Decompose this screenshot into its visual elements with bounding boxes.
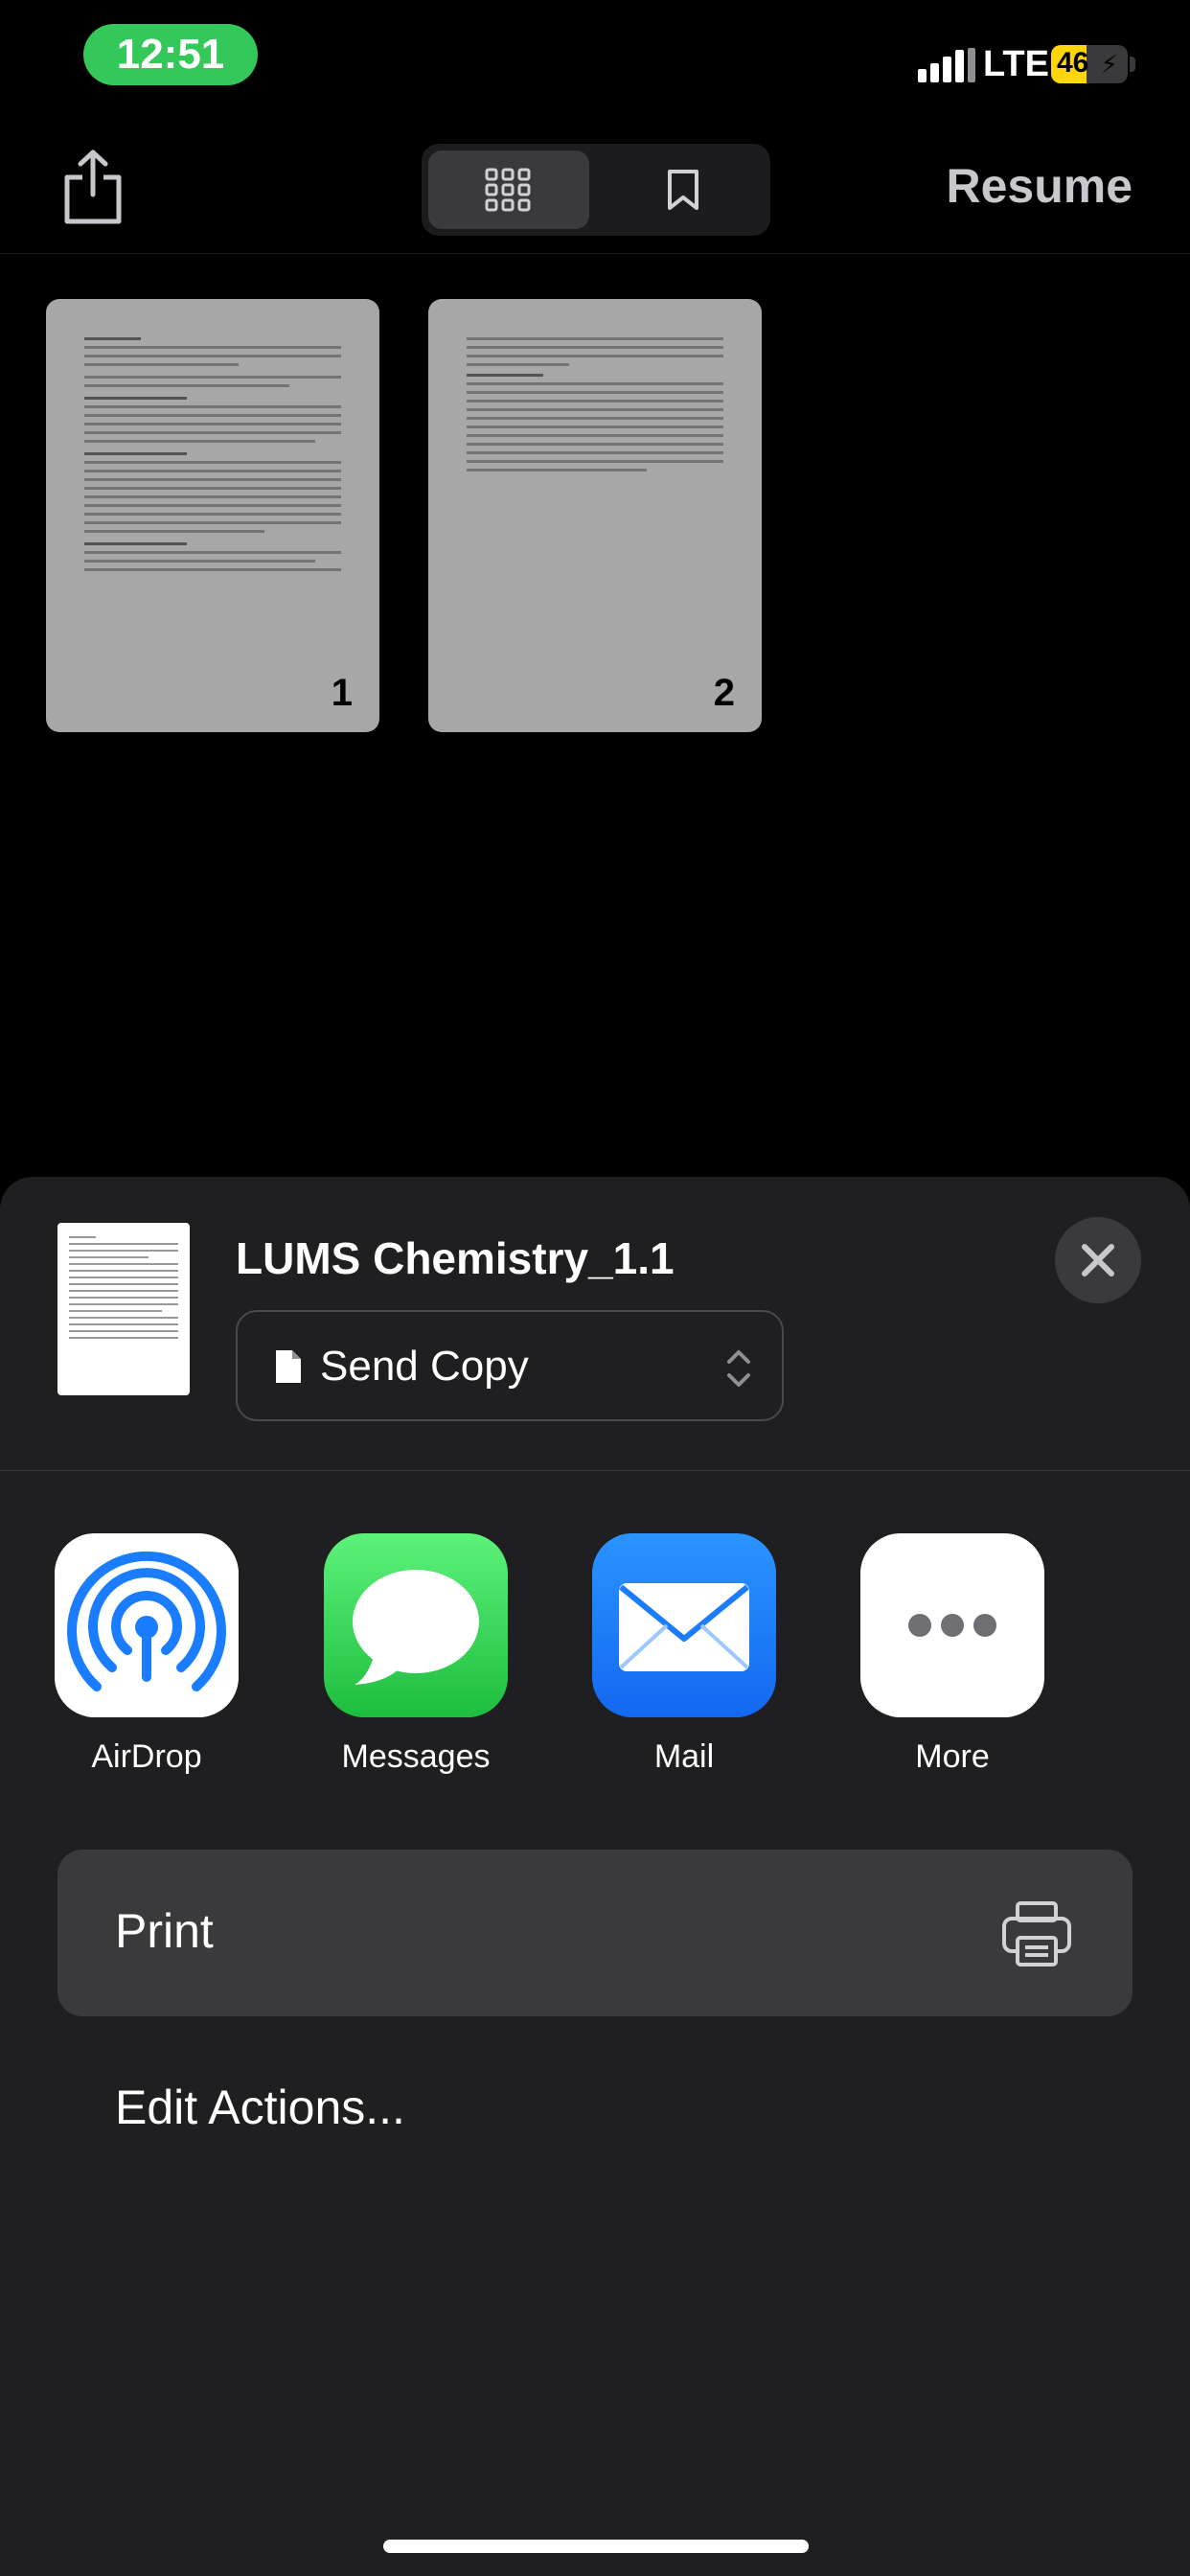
page-text-lines — [467, 337, 723, 477]
messages-icon[interactable] — [324, 1533, 508, 1717]
document-icon — [276, 1350, 301, 1383]
document-preview — [57, 1223, 190, 1395]
grid-icon — [485, 168, 531, 212]
more-icon[interactable] — [860, 1533, 1044, 1717]
page-thumbnail-1[interactable]: 1 — [46, 299, 379, 732]
app-label-more: More — [915, 1738, 990, 1775]
bookmark-icon[interactable] — [667, 169, 699, 211]
document-title: LUMS Chemistry_1.1 — [236, 1233, 675, 1283]
app-label-mail: Mail — [653, 1738, 715, 1775]
resume-button[interactable]: Resume — [946, 158, 1133, 214]
close-icon[interactable] — [1055, 1217, 1141, 1303]
airdrop-icon[interactable] — [55, 1533, 239, 1717]
toolbar-divider — [0, 253, 1190, 254]
page-text-lines — [84, 337, 341, 577]
page-number: 1 — [331, 672, 353, 714]
edit-actions-link[interactable]: Edit Actions... — [115, 2080, 405, 2135]
battery-percent: 46 — [1057, 47, 1089, 79]
send-option-label: Send Copy — [320, 1343, 529, 1390]
send-option-picker[interactable]: Send Copy — [236, 1310, 784, 1421]
battery-tip — [1130, 57, 1135, 72]
share-icon[interactable] — [59, 149, 126, 225]
mail-icon[interactable] — [592, 1533, 776, 1717]
status-time: 12:51 — [83, 24, 258, 85]
app-label-airdrop: AirDrop — [91, 1738, 202, 1775]
print-action[interactable]: Print — [57, 1850, 1133, 2016]
charging-bolt-icon: ⚡ — [1100, 50, 1118, 79]
page-number: 2 — [713, 672, 735, 714]
printer-icon — [1002, 1901, 1071, 1966]
signal-icon — [918, 48, 975, 82]
sheet-divider — [0, 1470, 1190, 1471]
app-label-messages: Messages — [341, 1738, 491, 1775]
page-thumbnail-2[interactable]: 2 — [428, 299, 762, 732]
network-type: LTE — [983, 44, 1049, 84]
home-indicator[interactable] — [383, 2540, 809, 2553]
print-label: Print — [115, 1904, 214, 1958]
battery-indicator: 46 ⚡ — [1051, 45, 1128, 83]
chevron-up-down-icon — [727, 1350, 750, 1387]
